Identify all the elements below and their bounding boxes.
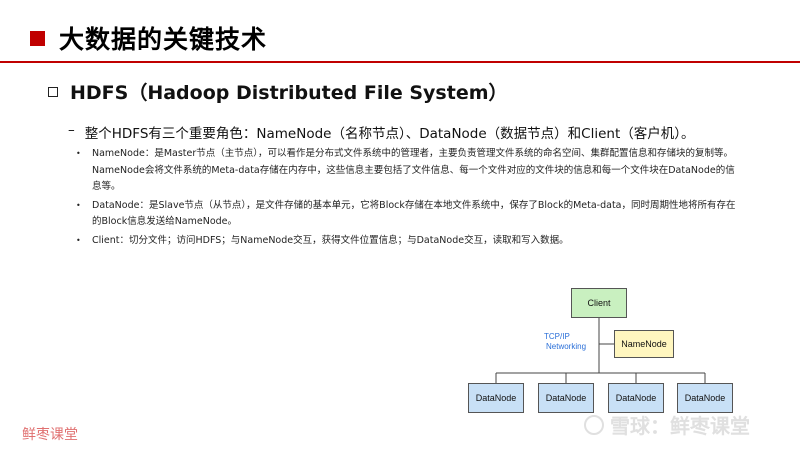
- datanode-node: DataNode: [468, 383, 524, 413]
- bullet-dot: •: [76, 200, 81, 210]
- list-item: • Client：切分文件；访问HDFS；与NameNode交互，获得文件位置信…: [76, 233, 736, 250]
- list-item-text: Client：切分文件；访问HDFS；与NameNode交互，获得文件位置信息；…: [92, 234, 569, 246]
- client-node: Client: [571, 288, 627, 318]
- subheading-text: 整个HDFS有三个重要角色：NameNode（名称节点）、DataNode（数据…: [84, 126, 695, 142]
- title-square-icon: [30, 30, 45, 46]
- title-bar: 大数据的关键技术: [30, 20, 267, 56]
- watermark-right: 雪球：鲜枣课堂: [584, 410, 750, 439]
- title-divider: [0, 61, 800, 63]
- subheading: – 整个HDFS有三个重要角色：NameNode（名称节点）、DataNode（…: [68, 122, 695, 142]
- watermark-right-text: 雪球：鲜枣课堂: [610, 414, 750, 438]
- list-item-text: NameNode：是Master节点（主节点），可以看作是分布式文件系统中的管理…: [92, 148, 735, 192]
- hdfs-diagram: Client TCP/IP Networking NameNode DataNo…: [458, 280, 778, 420]
- section-heading-text: HDFS（Hadoop Distributed File System）: [70, 82, 508, 104]
- dash-marker: –: [68, 122, 75, 138]
- list-item: • NameNode：是Master节点（主节点），可以看作是分布式文件系统中的…: [76, 146, 736, 196]
- datanode-node: DataNode: [538, 383, 594, 413]
- list-item-text: DataNode：是Slave节点（从节点），是文件存储的基本单元，它将Bloc…: [92, 199, 736, 228]
- list-item: • DataNode：是Slave节点（从节点），是文件存储的基本单元，它将Bl…: [76, 198, 736, 231]
- tcp-label-line2: Networking: [546, 342, 587, 351]
- snowball-logo-icon: [584, 414, 604, 435]
- bullet-dot: •: [76, 149, 81, 158]
- section-heading: HDFS（Hadoop Distributed File System）: [48, 78, 508, 105]
- namenode-node: NameNode: [614, 330, 674, 358]
- page-title: 大数据的关键技术: [59, 25, 268, 54]
- tcp-label-line1: TCP/IP: [544, 332, 570, 341]
- datanode-node: DataNode: [677, 383, 733, 413]
- bullet-list: • NameNode：是Master节点（主节点），可以看作是分布式文件系统中的…: [76, 146, 736, 251]
- datanode-node: DataNode: [608, 383, 664, 413]
- watermark-left: 鲜枣课堂: [22, 427, 78, 443]
- square-bullet-icon: [48, 86, 58, 97]
- bullet-dot: •: [76, 235, 81, 245]
